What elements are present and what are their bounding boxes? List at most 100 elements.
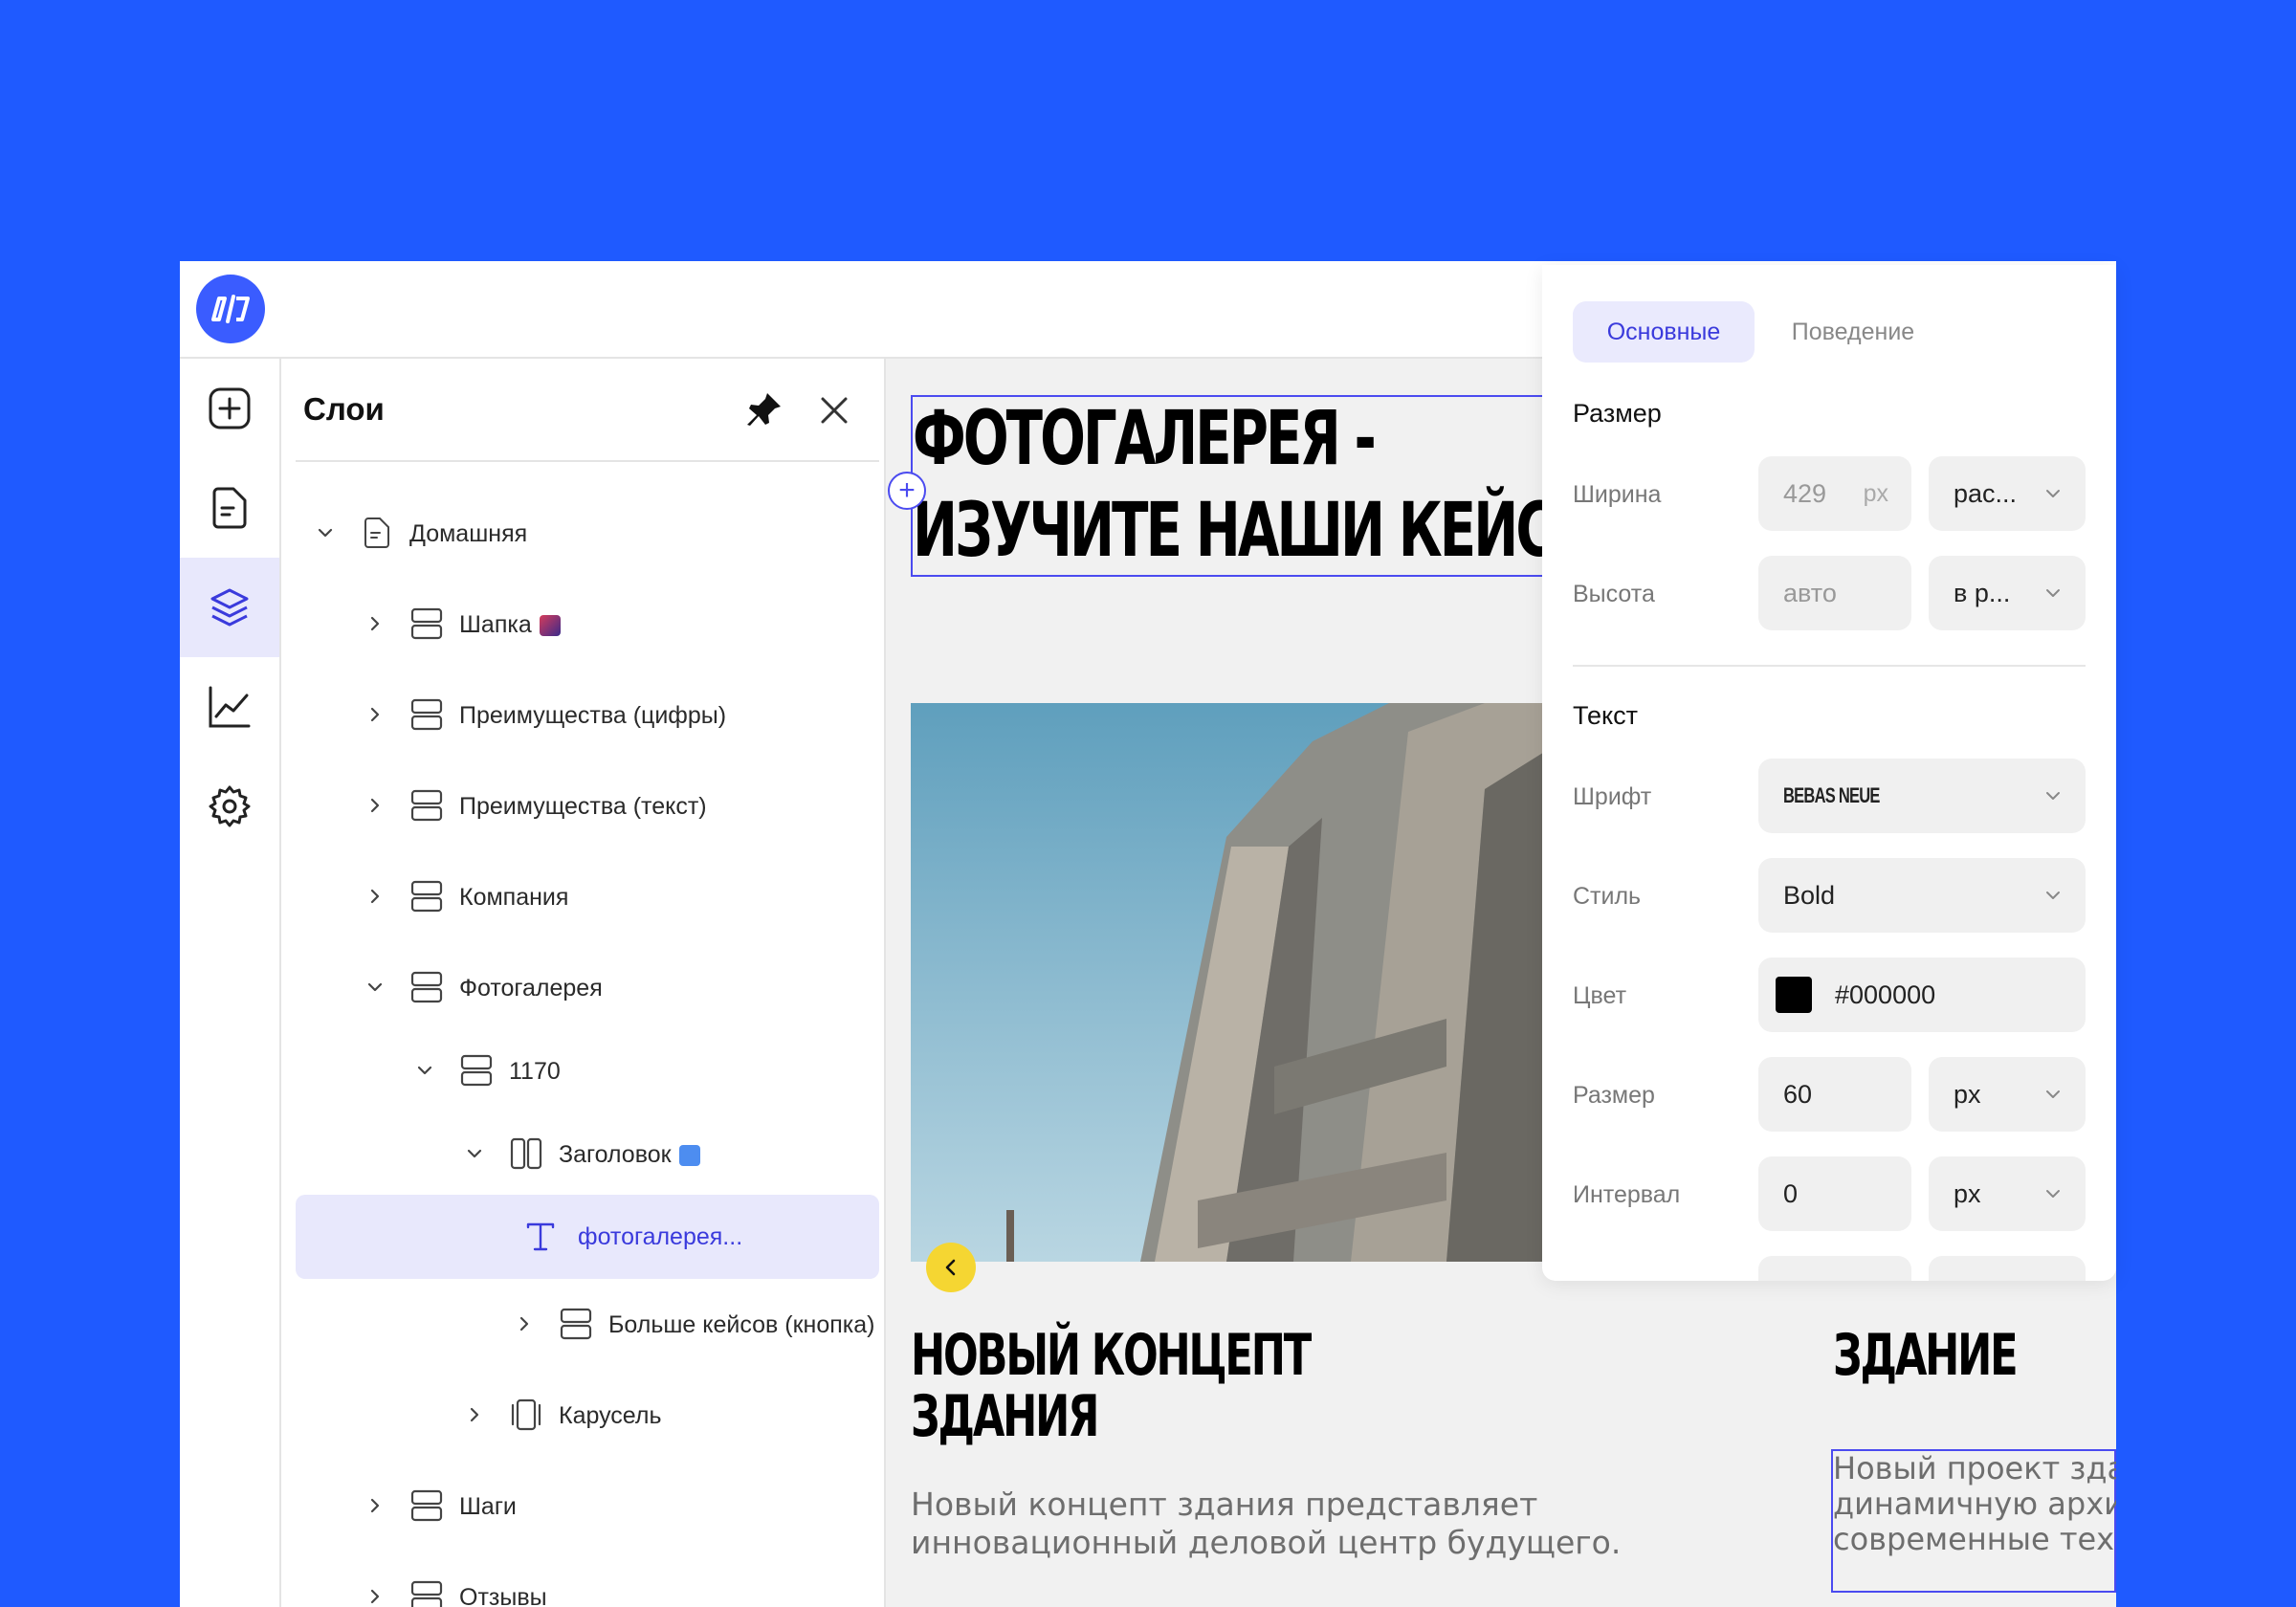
layer-item-benefits-text[interactable]: Преимущества (текст) <box>281 767 865 844</box>
layer-item-label: Больше кейсов (кнопка) <box>608 1311 875 1338</box>
layer-item-container-1170[interactable]: 1170 <box>281 1032 865 1109</box>
chevron-down-icon <box>2046 1190 2060 1198</box>
width-label: Ширина <box>1573 481 1662 508</box>
page-icon <box>358 514 396 552</box>
tool-rail <box>180 359 281 1607</box>
section-icon <box>408 1577 446 1607</box>
chevron-right-icon[interactable] <box>362 1492 388 1519</box>
chevron-down-icon <box>2046 892 2060 899</box>
card-title: НОВЫЙ КОНЦЕПТ ЗДАНИЯ <box>911 1322 1312 1450</box>
layer-item-label: фотогалерея... <box>578 1223 743 1250</box>
letter-spacing-input[interactable]: 0 <box>1758 1156 1911 1231</box>
layer-item-label: Преимущества (цифры) <box>459 702 727 729</box>
size-section-title: Размер <box>1573 399 1662 428</box>
layer-item-reviews[interactable]: Отзывы <box>281 1558 865 1607</box>
style-label: Стиль <box>1573 883 1642 910</box>
layer-item-label: Отзывы <box>459 1584 547 1607</box>
next-select-partial[interactable] <box>1929 1256 2086 1281</box>
layer-item-label: Шапка <box>459 611 561 639</box>
chevron-down-icon[interactable] <box>461 1140 488 1167</box>
layer-item-label: Карусель <box>559 1402 662 1429</box>
height-input[interactable]: авто <box>1758 556 1911 630</box>
width-mode-value: рас... <box>1954 478 2018 508</box>
layer-item-label: 1170 <box>509 1058 561 1085</box>
layer-item-header[interactable]: Шапка <box>281 585 865 662</box>
columns-icon <box>507 1134 545 1173</box>
chevron-down-icon <box>2046 792 2060 800</box>
height-mode-select[interactable]: в р... <box>1929 556 2086 630</box>
pages-button[interactable] <box>180 458 279 558</box>
tab-behavior[interactable]: Поведение <box>1762 301 1944 363</box>
layer-item-label: Домашняя <box>409 520 528 547</box>
gallery-heading-line: ФОТОГАЛЕРЕЯ - <box>913 396 1377 482</box>
layer-item-home[interactable]: Домашняя <box>281 495 865 571</box>
style-select[interactable]: Bold <box>1758 858 2086 933</box>
section-icon <box>457 1051 496 1090</box>
carousel-prev-button[interactable] <box>926 1243 976 1292</box>
layers-button[interactable] <box>180 558 279 657</box>
layer-item-benefits-numbers[interactable]: Преимущества (цифры) <box>281 676 865 753</box>
chevron-down-icon <box>2046 490 2060 497</box>
style-value: Bold <box>1783 880 1836 910</box>
chevron-right-icon[interactable] <box>362 701 388 728</box>
layers-panel-title: Слои <box>303 391 385 427</box>
layer-item-steps[interactable]: Шаги <box>281 1467 865 1544</box>
color-input[interactable]: #000000 <box>1758 958 2086 1032</box>
width-input[interactable]: 429 px <box>1758 456 1911 531</box>
layer-item-company[interactable]: Компания <box>281 858 865 935</box>
font-size-input[interactable]: 60 <box>1758 1057 1911 1132</box>
logo-icon[interactable] <box>196 275 265 343</box>
width-unit: px <box>1863 479 1888 507</box>
section-icon <box>408 786 446 825</box>
chevron-down-icon[interactable] <box>411 1057 438 1084</box>
color-value: #000000 <box>1835 980 1936 1009</box>
chevron-down-icon[interactable] <box>312 519 339 546</box>
plus-square-icon <box>209 387 251 429</box>
gear-icon <box>209 785 251 827</box>
chevron-right-icon[interactable] <box>362 1583 388 1607</box>
font-value: BEBAS NEUE <box>1783 783 1880 807</box>
text-icon <box>521 1218 560 1256</box>
add-handle-icon[interactable]: + <box>888 472 926 510</box>
color-swatch[interactable] <box>1776 977 1812 1013</box>
close-button[interactable] <box>815 391 853 429</box>
height-label: Высота <box>1573 581 1655 607</box>
card-description: Новый проект здания сочетает динамичную … <box>1833 1450 2116 1557</box>
letter-spacing-unit-select[interactable]: px <box>1929 1156 2086 1231</box>
layer-item-gallery[interactable]: Фотогалерея <box>281 949 865 1025</box>
emoji-badge-icon <box>539 615 561 637</box>
arrows-badge-icon <box>678 1145 700 1167</box>
chevron-right-icon[interactable] <box>511 1310 538 1337</box>
tab-main[interactable]: Основные <box>1573 301 1755 363</box>
layers-icon <box>210 588 249 627</box>
font-size-unit-select[interactable]: px <box>1929 1057 2086 1132</box>
chevron-right-icon[interactable] <box>362 792 388 819</box>
gallery-heading-line: ИЗУЧИТЕ НАШИ КЕЙСЫ <box>913 488 1608 574</box>
settings-button[interactable] <box>180 757 279 856</box>
color-label: Цвет <box>1573 982 1627 1009</box>
layer-item-carousel[interactable]: Карусель <box>281 1376 865 1453</box>
pin-button[interactable] <box>740 387 786 433</box>
section-icon <box>408 968 446 1006</box>
card-title-line: НОВЫЙ КОНЦЕПТ <box>911 1322 1312 1389</box>
layer-item-more-cases[interactable]: Больше кейсов (кнопка) <box>281 1286 875 1362</box>
analytics-button[interactable] <box>180 657 279 757</box>
letter-spacing-unit-value: px <box>1954 1178 1981 1208</box>
chevron-down-icon[interactable] <box>362 974 388 1001</box>
font-select[interactable]: BEBAS NEUE <box>1758 759 2086 833</box>
gallery-heading[interactable]: ФОТОГАЛЕРЕЯ - ИЗУЧИТЕ НАШИ КЕЙСЫ <box>913 393 1608 577</box>
add-element-button[interactable] <box>180 359 279 458</box>
layer-item-gallery-text[interactable]: фотогалерея... <box>296 1195 879 1279</box>
layers-divider <box>296 460 879 462</box>
width-mode-select[interactable]: рас... <box>1929 456 2086 531</box>
layer-item-heading-group[interactable]: Заголовок <box>281 1115 865 1192</box>
chevron-left-icon <box>945 1259 956 1276</box>
card-title-line: ЗДАНИЯ <box>911 1383 1099 1450</box>
chevron-right-icon[interactable] <box>362 610 388 637</box>
chevron-right-icon[interactable] <box>461 1401 488 1428</box>
layer-item-label: Шаги <box>459 1493 517 1520</box>
height-mode-value: в р... <box>1954 578 2011 607</box>
section-icon <box>408 1486 446 1525</box>
chevron-right-icon[interactable] <box>362 883 388 910</box>
next-input-partial[interactable] <box>1758 1256 1911 1281</box>
